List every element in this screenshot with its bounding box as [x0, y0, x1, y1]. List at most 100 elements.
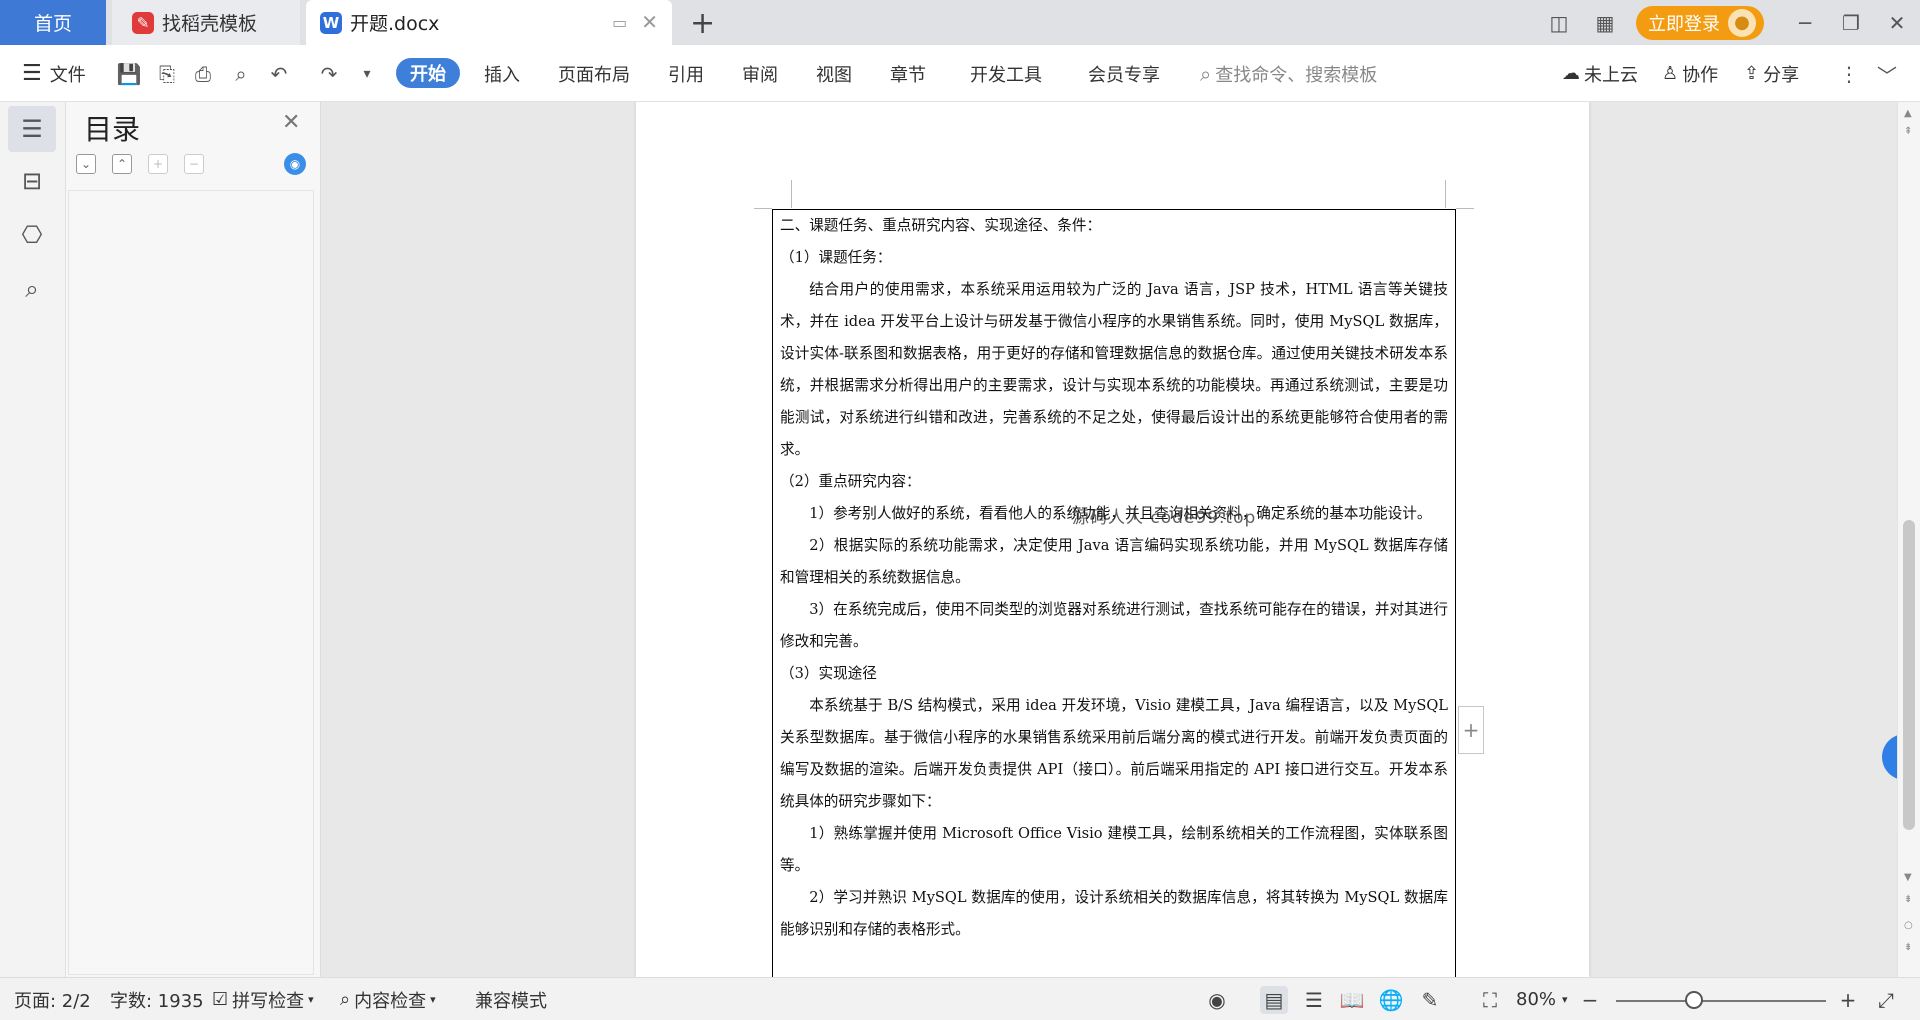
scroll-thumb[interactable]	[1903, 520, 1915, 830]
share-button[interactable]: ⇪ 分享	[1744, 45, 1799, 102]
select-browse-icon[interactable]: ○	[1904, 920, 1913, 931]
close-icon[interactable]: ✕	[282, 110, 300, 135]
minimize-icon[interactable]: ─	[1782, 11, 1828, 35]
fit-page-icon[interactable]: ⛶	[1476, 986, 1504, 1014]
redo-icon[interactable]: ↷	[316, 61, 342, 87]
cloud-icon: ☁	[1562, 63, 1580, 84]
undo-icon[interactable]: ↶	[266, 61, 292, 87]
prev-page-icon[interactable]: ⇞	[1904, 126, 1912, 137]
tab-template-label: 找稻壳模板	[162, 13, 258, 35]
expand-sidebar-icon[interactable]: ‹	[1882, 734, 1897, 780]
remove-level-icon[interactable]: −	[184, 154, 204, 174]
add-level-icon[interactable]: +	[148, 154, 168, 174]
zoom-slider[interactable]	[1616, 1000, 1826, 1002]
paragraph: 结合用户的使用需求，本系统采用运用较为广泛的 Java 语言，JSP 技术，HT…	[780, 281, 1448, 458]
bookmark-icon[interactable]: ⎔	[8, 212, 56, 258]
section-heading: 二、课题任务、重点研究内容、实现途径、条件：	[780, 217, 1102, 234]
command-search[interactable]: ⌕ 查找命令、搜索模板	[1200, 45, 1377, 102]
menu-page-layout-label: 页面布局	[558, 64, 630, 86]
subheading: （2）重点研究内容：	[780, 473, 921, 490]
next-page-icon[interactable]: ⇟	[1904, 894, 1912, 905]
print-icon[interactable]: ⎙	[190, 61, 216, 87]
menu-member-label: 会员专享	[1088, 64, 1160, 86]
save-icon[interactable]: 💾	[116, 61, 142, 87]
tab-template[interactable]: ✎ 找稻壳模板	[112, 0, 300, 45]
collab-button[interactable]: ♙ 协作	[1662, 45, 1718, 102]
menu-page-layout[interactable]: 页面布局	[558, 45, 630, 102]
avatar-icon: ●	[1728, 8, 1756, 37]
word-count[interactable]: 字数: 1935	[110, 978, 204, 1020]
scroll-up-icon[interactable]: ▲	[1904, 108, 1912, 119]
fullscreen-icon[interactable]: ⤢	[1872, 986, 1900, 1014]
chevron-down-icon: ▾	[308, 993, 314, 1006]
cloud-status[interactable]: ☁ 未上云	[1562, 45, 1638, 102]
write-mode-icon[interactable]: ✎	[1416, 986, 1444, 1014]
quick-access-dropdown-icon[interactable]: ▾	[354, 61, 380, 87]
tab-document-label: 开题.docx	[350, 13, 440, 35]
zoom-level-label: 80%	[1516, 989, 1557, 1010]
tab-home-label: 首页	[33, 13, 72, 35]
expand-down-icon[interactable]: ⌄	[76, 154, 96, 174]
menu-references-label: 引用	[668, 64, 704, 86]
zoom-out-icon[interactable]: −	[1576, 986, 1604, 1014]
paragraph: 3）在系统完成后，使用不同类型的浏览器对系统进行测试，查找系统可能存在的错误，并…	[780, 601, 1448, 650]
margin-corner	[754, 208, 772, 209]
chevron-down-icon: ▾	[1562, 993, 1568, 1006]
menu-developer[interactable]: 开发工具	[970, 45, 1042, 102]
window-controls: ◫ ▦ 立即登录 ● ─ ❐ ✕	[1536, 0, 1920, 45]
login-button[interactable]: 立即登录 ●	[1636, 5, 1764, 40]
collapse-ribbon-icon[interactable]: ﹀	[1874, 61, 1900, 88]
menu-review[interactable]: 审阅	[742, 45, 778, 102]
reading-view-icon[interactable]: 📖	[1338, 986, 1366, 1014]
page-view-icon[interactable]: ▤	[1260, 986, 1288, 1014]
add-content-button[interactable]: +	[1458, 706, 1484, 754]
cloud-status-label: 未上云	[1584, 64, 1638, 86]
spell-check-label: 拼写检查	[232, 990, 305, 1012]
print-preview-icon[interactable]: ⌕	[228, 61, 254, 87]
menu-start[interactable]: 开始	[396, 58, 460, 88]
document-body[interactable]: 二、课题任务、重点研究内容、实现途径、条件： （1）课题任务： 结合用户的使用需…	[780, 210, 1448, 946]
menu-view-label: 视图	[816, 64, 852, 86]
new-tab-button[interactable]: +	[690, 6, 715, 41]
collab-icon: ♙	[1662, 63, 1679, 84]
scroll-down-icon[interactable]: ▼	[1904, 872, 1912, 883]
docer-logo-icon: ✎	[132, 11, 154, 34]
close-tab-icon[interactable]: ✕	[641, 10, 658, 34]
page-count[interactable]: 页面: 2/2	[14, 978, 91, 1020]
screen-icon[interactable]: ▭	[612, 13, 627, 32]
apps-grid-icon[interactable]: ▦	[1582, 11, 1628, 35]
collapse-up-icon[interactable]: ⌃	[112, 154, 132, 174]
zoom-in-icon[interactable]: +	[1834, 986, 1862, 1014]
vertical-scrollbar[interactable]: ▲ ⇞ ▼ ⇟ ○ ⇟	[1897, 102, 1920, 977]
web-view-icon[interactable]: 🌐	[1377, 986, 1405, 1014]
navigation-icon[interactable]: ⊟	[8, 158, 56, 204]
ai-assistant-icon[interactable]: ◉	[284, 153, 306, 175]
menu-insert[interactable]: 插入	[484, 45, 520, 102]
zoom-slider-handle[interactable]	[1685, 991, 1703, 1009]
content-check-icon: ⌕	[340, 989, 351, 1010]
restore-icon[interactable]: ❐	[1828, 11, 1874, 35]
subheading: （1）课题任务：	[780, 249, 892, 266]
outline-view-icon[interactable]: ☰	[1300, 986, 1328, 1014]
spell-check-button[interactable]: ☑ 拼写检查 ▾	[212, 978, 314, 1020]
zoom-level[interactable]: 80% ▾	[1516, 978, 1568, 1020]
export-icon[interactable]: ⎘	[154, 61, 180, 87]
menu-chapter[interactable]: 章节	[890, 45, 926, 102]
toc-panel-icon[interactable]: ☰	[8, 106, 56, 152]
menu-developer-label: 开发工具	[970, 64, 1042, 86]
find-icon[interactable]: ⌕	[8, 266, 56, 312]
tab-home[interactable]: 首页	[0, 0, 106, 45]
login-label: 立即登录	[1648, 13, 1720, 35]
content-check-button[interactable]: ⌕ 内容检查 ▾	[340, 978, 436, 1020]
more-icon[interactable]: ⋮	[1836, 61, 1862, 87]
close-window-icon[interactable]: ✕	[1874, 11, 1920, 35]
next-page-down-icon[interactable]: ⇟	[1904, 942, 1912, 953]
tab-document[interactable]: W 开题.docx ▭ ✕	[306, 0, 672, 45]
file-menu[interactable]: ☰ 文件	[22, 45, 86, 102]
menu-references[interactable]: 引用	[668, 45, 704, 102]
reading-mode-icon[interactable]: ◫	[1536, 11, 1582, 35]
paragraph: 2）根据实际的系统功能需求，决定使用 Java 语言编码实现系统功能，并用 My…	[780, 537, 1448, 586]
menu-member[interactable]: 会员专享	[1088, 45, 1160, 102]
eye-protection-icon[interactable]: ◉	[1203, 986, 1231, 1014]
menu-view[interactable]: 视图	[816, 45, 852, 102]
